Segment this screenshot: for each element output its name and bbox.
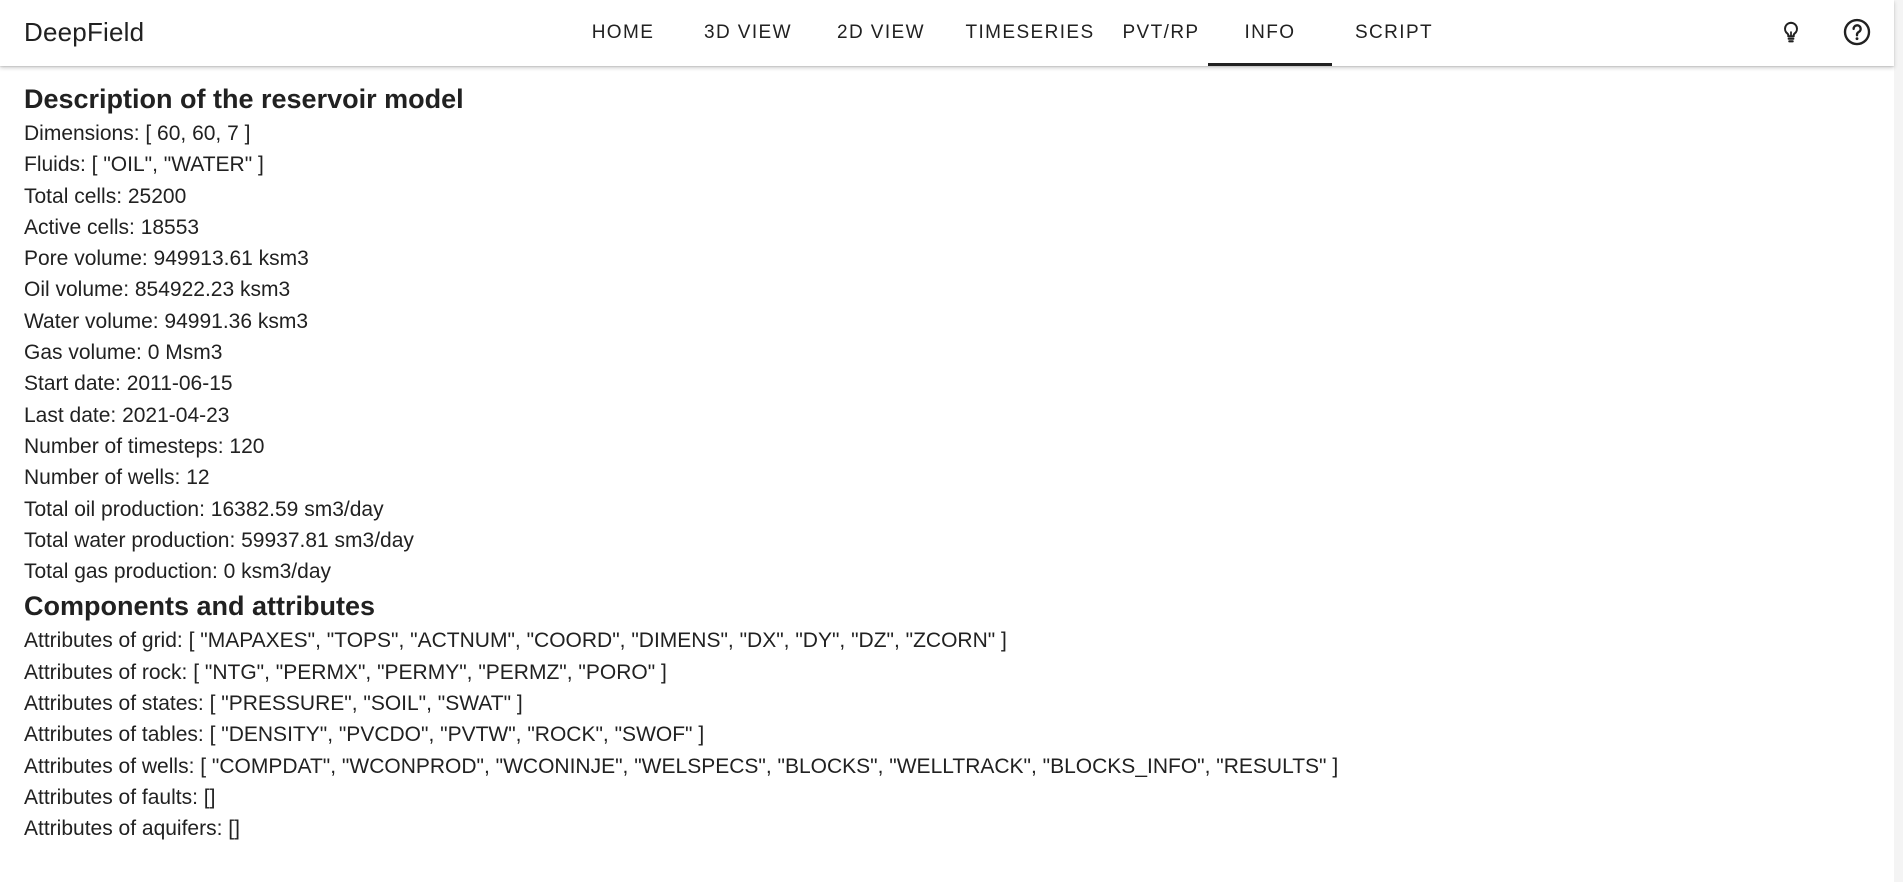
last-date-line: Last date: 2021-04-23 [24, 403, 230, 427]
help-circle-icon [1842, 17, 1872, 52]
aquifers-attributes-line: Attributes of aquifers: [] [24, 817, 240, 841]
start-date-line: Start date: 2011-06-15 [24, 372, 233, 396]
help-button[interactable] [1840, 17, 1874, 51]
description-heading: Description of the reservoir model [24, 84, 464, 114]
wells-attributes-line: Attributes of wells: [ "COMPDAT", "WCONP… [24, 754, 1339, 778]
components-list: Attributes of grid: [ "MAPAXES", "TOPS",… [24, 625, 1883, 844]
oil-volume-line: Oil volume: 854922.23 ksm3 [24, 278, 291, 302]
water-volume-line: Water volume: 94991.36 ksm3 [24, 309, 309, 333]
tab-3d-view[interactable]: 3D VIEW [680, 0, 816, 66]
info-content: Description of the reservoir model Dimen… [24, 80, 1883, 845]
gas-volume-line: Gas volume: 0 Msm3 [24, 341, 223, 365]
app-title: DeepField [24, 17, 145, 47]
tab-home[interactable]: HOME [566, 0, 680, 66]
tables-attributes-line: Attributes of tables: [ "DENSITY", "PVCD… [24, 723, 705, 747]
scrollbar[interactable] [1894, 0, 1903, 882]
water-production-line: Total water production: 59937.81 sm3/day [24, 528, 414, 552]
gas-production-line: Total gas production: 0 ksm3/day [24, 560, 332, 584]
dimensions-line: Dimensions: [ 60, 60, 7 ] [24, 122, 251, 145]
components-heading: Components and attributes [24, 591, 376, 622]
total-cells-line: Total cells: 25200 [24, 184, 187, 208]
lightbulb-button[interactable] [1774, 17, 1808, 51]
states-attributes-line: Attributes of states: [ "PRESSURE", "SOI… [24, 692, 523, 716]
lightbulb-icon [1778, 19, 1804, 50]
oil-production-line: Total oil production: 16382.59 sm3/day [24, 497, 384, 521]
rock-attributes-line: Attributes of rock: [ "NTG", "PERMX", "P… [24, 660, 667, 684]
tab-info[interactable]: INFO [1208, 0, 1332, 66]
timesteps-line: Number of timesteps: 120 [24, 434, 265, 458]
main-tabs: HOME 3D VIEW 2D VIEW TIMESERIES PVT/RP I… [566, 0, 1456, 66]
description-list: Dimensions: [ 60, 60, 7 ] Fluids: [ "OIL… [24, 118, 1883, 587]
tab-timeseries[interactable]: TIMESERIES [946, 0, 1114, 66]
tab-script[interactable]: SCRIPT [1332, 0, 1456, 66]
grid-attributes-line: Attributes of grid: [ "MAPAXES", "TOPS",… [24, 629, 1007, 653]
faults-attributes-line: Attributes of faults: [] [24, 785, 216, 809]
wells-count-line: Number of wells: 12 [24, 466, 210, 490]
pore-volume-line: Pore volume: 949913.61 ksm3 [24, 247, 309, 271]
tab-2d-view[interactable]: 2D VIEW [816, 0, 946, 66]
tab-pvt-rp[interactable]: PVT/RP [1114, 0, 1208, 66]
active-cells-line: Active cells: 18553 [24, 215, 200, 239]
fluids-line: Fluids: [ "OIL", "WATER" ] [24, 153, 264, 177]
app-bar: DeepField HOME 3D VIEW 2D VIEW TIMESERIE… [0, 0, 1894, 66]
